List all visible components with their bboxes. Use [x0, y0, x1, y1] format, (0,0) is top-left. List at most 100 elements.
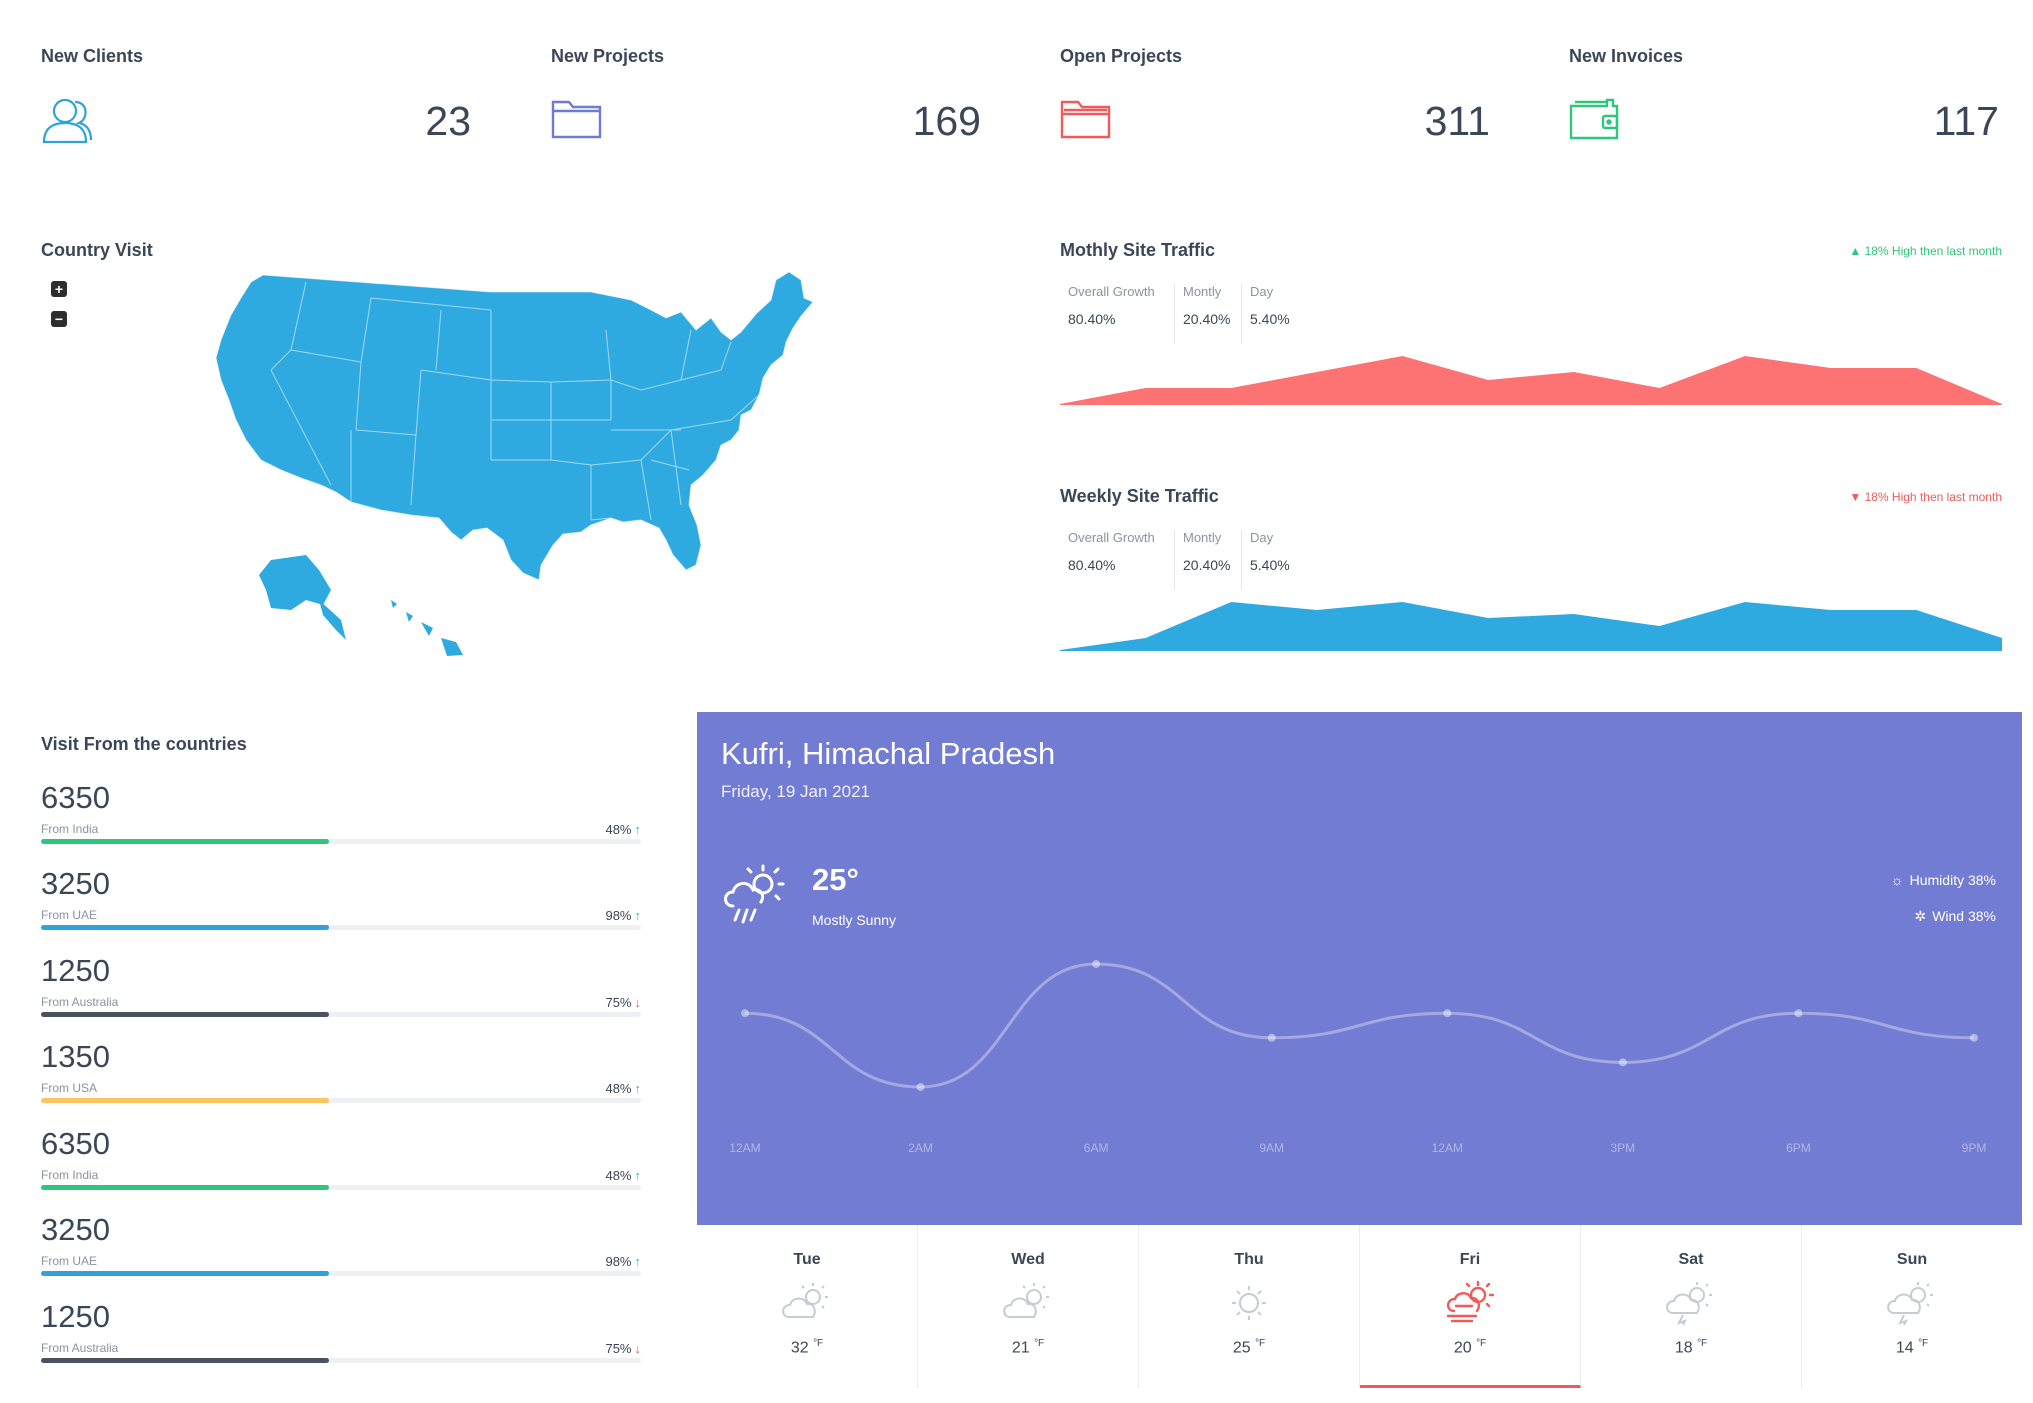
- arrow-up-icon: ↑: [634, 1168, 642, 1183]
- metric-label: Overall Growth: [1068, 530, 1155, 545]
- country-label: From USA: [41, 1081, 98, 1095]
- hour-label: 12AM: [1432, 1141, 1463, 1155]
- day-temperature: 32 °F: [697, 1338, 917, 1357]
- day-sat[interactable]: Sat 18 °F: [1581, 1225, 1802, 1388]
- monthly-traffic-area: [1060, 356, 2002, 405]
- day-name: Wed: [1011, 1251, 1045, 1268]
- day-thu[interactable]: Thu 25 °F: [1139, 1225, 1360, 1388]
- sun-icon: [1232, 1286, 1266, 1320]
- stat-value: 169: [912, 98, 981, 144]
- cloud-sun-icon: [1003, 1283, 1049, 1318]
- country-visit-value: 1250: [41, 953, 110, 988]
- hourly-point[interactable]: [1267, 1033, 1276, 1042]
- hour-label: 9AM: [1259, 1141, 1284, 1155]
- temp-value: 32: [790, 1339, 809, 1357]
- percent-text: 98%: [605, 1254, 632, 1269]
- metric-day: Day 5.40%: [1241, 530, 1298, 590]
- stat-card-new-projects: New Projects 169: [551, 46, 981, 156]
- progress-track: [41, 839, 641, 844]
- hourly-point[interactable]: [1092, 960, 1101, 968]
- monthly-traffic-area-chart[interactable]: [1060, 350, 2002, 406]
- windy-sun-icon: [1446, 1280, 1495, 1323]
- country-row: 1350 From USA 48% ↑: [41, 1039, 641, 1119]
- stat-value: 311: [1424, 98, 1490, 144]
- hourly-point[interactable]: [1618, 1058, 1627, 1067]
- hour-label: 6PM: [1786, 1141, 1811, 1155]
- day-tue[interactable]: Tue 32 °F: [697, 1225, 918, 1388]
- country-label: From India: [41, 1168, 99, 1182]
- temp-value: 14: [1895, 1339, 1914, 1357]
- progress-fill: [41, 1358, 329, 1363]
- progress-track: [41, 1012, 641, 1017]
- weekly-traffic-panel: Weekly Site Traffic ▼ 18% High then last…: [1060, 486, 2002, 656]
- hourly-point[interactable]: [916, 1083, 925, 1091]
- day-temperature: 21 °F: [918, 1338, 1138, 1357]
- hourly-point[interactable]: [741, 1009, 749, 1018]
- caret-down-icon: ▼: [1849, 490, 1862, 504]
- weather-city: Kufri, Himachal Pradesh: [721, 736, 1056, 771]
- day-name: Fri: [1459, 1251, 1481, 1268]
- weather-date: Friday, 19 Jan 2021: [721, 782, 870, 801]
- stat-title: Open Projects: [1060, 46, 1183, 66]
- percent-text: 48%: [605, 822, 632, 837]
- country-percent: 98% ↑: [605, 908, 641, 923]
- country-row: 3250 From UAE 98% ↑: [41, 866, 641, 946]
- arrow-up-icon: ↑: [634, 822, 642, 837]
- cloud-storm-icon: [1887, 1282, 1933, 1325]
- hour-label: 6AM: [1084, 1141, 1109, 1155]
- zoom-in-button[interactable]: +: [51, 281, 67, 297]
- metric-label: Day: [1250, 284, 1274, 299]
- country-visit-value: 1350: [41, 1039, 110, 1074]
- caret-up-icon: ▲: [1849, 244, 1862, 258]
- arrow-up-icon: ↑: [634, 1081, 642, 1096]
- cloud-storm-icon: [1666, 1282, 1712, 1325]
- country-label: From Australia: [41, 995, 119, 1009]
- progress-track: [41, 1271, 641, 1276]
- folder-icon: [551, 98, 603, 140]
- weather-card: Kufri, Himachal Pradesh Friday, 19 Jan 2…: [697, 712, 2022, 1225]
- day-fri[interactable]: Fri 20 °F: [1360, 1225, 1581, 1388]
- hourly-temperature-chart[interactable]: 12AM 2AM 6AM 9AM 12AM 3PM 6PM 9PM: [697, 952, 2022, 1182]
- day-temperature: 25 °F: [1139, 1338, 1359, 1357]
- day-sun[interactable]: Sun 14 °F: [1802, 1225, 2022, 1388]
- folder-open-icon: [1060, 98, 1112, 140]
- country-visit-value: 1250: [41, 1299, 110, 1334]
- metric-monthly: Montly 20.40%: [1174, 530, 1238, 590]
- weekly-traffic-area-chart[interactable]: [1060, 596, 2002, 652]
- hourly-point[interactable]: [1794, 1009, 1803, 1018]
- percent-text: 75%: [605, 995, 632, 1010]
- percent-text: 98%: [605, 908, 632, 923]
- country-visit-value: 6350: [41, 1126, 110, 1161]
- temp-value: 21: [1011, 1339, 1030, 1357]
- hourly-point[interactable]: [1443, 1009, 1452, 1018]
- humidity-text: Humidity 38%: [1909, 872, 1996, 888]
- country-label: From India: [41, 822, 99, 836]
- zoom-out-button[interactable]: −: [51, 311, 67, 327]
- section-title: Country Visit: [41, 240, 153, 260]
- stat-value: 117: [1933, 98, 1999, 144]
- progress-fill: [41, 1185, 329, 1190]
- weather-condition: Mostly Sunny: [812, 912, 897, 928]
- metric-label: Montly: [1183, 284, 1222, 299]
- country-visit-panel: Country Visit + −: [41, 240, 814, 670]
- metric-monthly: Montly 20.40%: [1174, 284, 1238, 344]
- progress-track: [41, 1358, 641, 1363]
- progress-fill: [41, 1012, 329, 1017]
- stat-value: 23: [425, 98, 471, 144]
- temp-value: 18: [1674, 1339, 1693, 1357]
- country-percent: 75% ↓: [605, 1341, 641, 1356]
- day-wed[interactable]: Wed 21 °F: [918, 1225, 1139, 1388]
- traffic-badge-text: 18% High then last month: [1864, 490, 2002, 504]
- metric-value: 20.40%: [1183, 557, 1231, 573]
- percent-text: 48%: [605, 1081, 632, 1096]
- temp-unit: °F: [813, 1338, 824, 1349]
- metric-label: Montly: [1183, 530, 1222, 545]
- country-percent: 48% ↑: [605, 1081, 641, 1096]
- country-row: 1250 From Australia 75% ↓: [41, 1299, 641, 1379]
- hourly-point[interactable]: [1970, 1033, 1978, 1042]
- humidity-readout: ☼ Humidity 38%: [1891, 872, 1996, 888]
- progress-fill: [41, 839, 329, 844]
- usa-map[interactable]: [211, 270, 851, 660]
- hour-label: 9PM: [1962, 1141, 1987, 1155]
- sun-small-icon: ☼: [1890, 872, 1904, 888]
